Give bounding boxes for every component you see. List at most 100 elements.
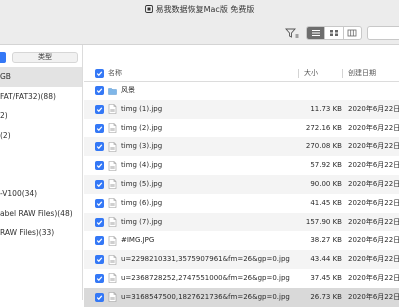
grid-view-button[interactable] [325, 27, 344, 39]
file-date: 2020年6月22日 [348, 142, 399, 151]
file-name: u=2298210331,3575907961&fm=26&gp=0.jpg [121, 255, 290, 264]
file-size: 37.45 KB [310, 273, 342, 282]
row-checkbox[interactable] [95, 217, 104, 227]
file-row[interactable]: u=2298210331,3575907961&fm=26&gp=0.jpg 43… [84, 250, 399, 269]
file-row[interactable]: u=3168547500,1827621736&fm=26&gp=0.jpg 26… [84, 287, 399, 307]
check-icon [96, 107, 103, 112]
file-row[interactable]: timg (4).jpg 57.92 KB 2020年6月22日 [84, 156, 399, 175]
sidebar-item[interactable] [0, 165, 82, 185]
column-header-date[interactable]: 创建日期 [348, 66, 376, 81]
file-row[interactable]: u=2368728252,2747551000&fm=26&gp=0.jpg 37… [84, 269, 399, 288]
file-date: 2020年6月22日 [348, 161, 399, 170]
file-icon [108, 292, 117, 303]
file-date: 2020年6月22日 [348, 179, 399, 188]
row-checkbox[interactable] [95, 104, 104, 114]
view-switcher [306, 26, 362, 40]
folder-icon [108, 87, 117, 95]
file-row[interactable]: timg (1).jpg 11.73 KB 2020年6月22日 [84, 99, 399, 119]
file-rows: 风景 timg (1).jpg 11.73 KB 2020年6月22日 timg (2)… [84, 81, 399, 307]
file-name: timg (6).jpg [121, 198, 163, 207]
file-row[interactable]: timg (5).jpg 90.00 KB 2020年6月22日 [84, 174, 399, 194]
check-icon [96, 276, 103, 282]
check-icon [96, 201, 103, 206]
file-name: timg (2).jpg [121, 123, 163, 132]
file-row[interactable]: timg (7).jpg 157.90 KB 2020年6月22日 [84, 212, 399, 232]
row-checkbox[interactable] [95, 236, 104, 246]
sidebar-item-drive[interactable]: GB [0, 67, 82, 87]
row-checkbox[interactable] [95, 292, 104, 302]
grid-view-icon [329, 30, 338, 36]
file-size: 43.44 KB [310, 255, 342, 264]
file-row[interactable]: timg (3).jpg 270.08 KB 2020年6月22日 [84, 137, 399, 157]
sidebar-item[interactable]: (2) [0, 126, 82, 146]
select-all-checkbox[interactable] [95, 69, 104, 78]
sidebar-item-label-raw[interactable]: abel RAW Files)(48) [0, 204, 82, 224]
check-icon [96, 71, 103, 77]
file-date: 2020年6月22日 [348, 255, 399, 264]
file-icon [108, 179, 117, 190]
file-name: timg (7).jpg [121, 217, 163, 226]
file-size: 157.90 KB [305, 217, 342, 226]
row-checkbox[interactable] [95, 255, 104, 265]
sidebar-item-raw-files[interactable]: RAW Files)(33) [0, 223, 82, 243]
file-size: 57.92 KB [310, 161, 342, 170]
sidebar-item[interactable]: 2) [0, 106, 82, 126]
folder-row[interactable]: 风景 [84, 81, 399, 100]
check-icon [96, 238, 103, 244]
sidebar-item-v100[interactable]: -V100(34) [0, 184, 82, 204]
sidebar-tabs: 类型 [0, 48, 82, 64]
file-icon [108, 142, 117, 152]
window-title-text: 易我数据恢复Mac版 免费版 [155, 5, 255, 14]
search-input[interactable] [367, 26, 399, 40]
file-name: u=2368728252,2747551000&fm=26&gp=0.jpg [121, 273, 290, 282]
sidebar-item[interactable] [0, 145, 82, 165]
file-date: 2020年6月22日 [348, 104, 399, 113]
file-size: 11.73 KB [310, 104, 342, 113]
row-checkbox[interactable] [95, 142, 104, 152]
list-view-button[interactable] [307, 27, 326, 39]
file-icon [108, 123, 117, 133]
column-view-button[interactable] [344, 27, 361, 39]
check-icon [96, 257, 103, 263]
file-list: 名称 大小 创建日期 风景 timg (1).jpg 11.73 KB 2020年6月… [84, 45, 399, 307]
file-name: timg (4).jpg [121, 161, 163, 170]
file-date: 2020年6月22日 [348, 123, 399, 132]
column-header-name[interactable]: 名称 [108, 66, 122, 81]
column-view-icon [347, 29, 357, 37]
filter-icon[interactable] [284, 27, 300, 39]
check-icon [96, 125, 103, 131]
column-header-size[interactable]: 大小 [304, 66, 318, 81]
sidebar-tree: GB FAT/FAT32)(88) 2) (2) -V100(34) abel … [0, 67, 82, 243]
file-size: 90.00 KB [310, 179, 342, 188]
column-divider [298, 69, 299, 78]
check-icon [96, 163, 103, 169]
file-icon [108, 104, 117, 115]
check-icon [96, 182, 103, 188]
row-checkbox[interactable] [95, 273, 104, 283]
file-size: 272.16 KB [305, 123, 342, 132]
sidebar-item-fat32[interactable]: FAT/FAT32)(88) [0, 87, 82, 107]
tab-types[interactable]: 类型 [12, 52, 78, 63]
row-checkbox[interactable] [95, 86, 104, 95]
file-date: 2020年6月22日 [348, 236, 399, 245]
file-name: timg (3).jpg [121, 142, 163, 151]
check-icon [96, 219, 103, 225]
file-icon [108, 160, 117, 171]
column-divider [342, 69, 343, 78]
file-icon [108, 217, 117, 227]
file-name: 风景 [121, 86, 135, 94]
file-row[interactable]: timg (2).jpg 272.16 KB 2020年6月22日 [84, 119, 399, 138]
row-checkbox[interactable] [95, 179, 104, 189]
file-name: #IMG.JPG [121, 236, 155, 245]
file-row[interactable]: #IMG.JPG 38.27 KB 2020年6月22日 [84, 231, 399, 250]
row-checkbox[interactable] [95, 198, 104, 208]
row-checkbox[interactable] [95, 123, 104, 133]
tab-path[interactable] [0, 52, 6, 63]
window-title: 易我数据恢复Mac版 免费版 [0, 4, 399, 16]
file-row[interactable]: timg (6).jpg 41.45 KB 2020年6月22日 [84, 194, 399, 213]
app-logo-icon [144, 5, 153, 13]
check-icon [96, 88, 103, 94]
list-view-icon [311, 30, 320, 36]
row-checkbox[interactable] [95, 161, 104, 171]
file-size: 270.08 KB [305, 142, 342, 151]
